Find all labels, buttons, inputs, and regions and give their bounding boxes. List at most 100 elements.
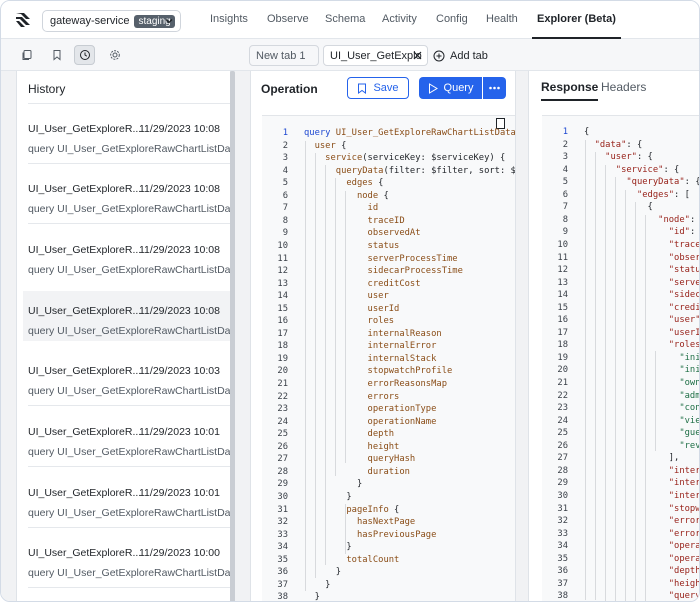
history-item[interactable]: UI_User_GetExploreR... 11/29/2023 10:00 …: [28, 533, 230, 583]
code-text: operationType: [304, 404, 437, 414]
indent-guide: [305, 141, 306, 591]
divider: [28, 466, 230, 467]
history-item[interactable]: UI_User_GetExploreR... 11/29/2023 10:01 …: [28, 412, 230, 462]
indent-guide: [615, 177, 616, 601]
code-token: : {: [663, 164, 680, 175]
explorer-panels: History UI_User_GetExploreR... 11/29/202…: [1, 71, 700, 601]
line-number: 28: [277, 466, 288, 477]
nav-tab-schema[interactable]: Schema: [325, 1, 365, 39]
line-number: 34: [557, 541, 568, 552]
code-text: "queryH: [584, 591, 699, 601]
code-token: userId: [304, 303, 400, 314]
tab-response[interactable]: Response: [541, 80, 599, 101]
line-number: 22: [557, 390, 568, 401]
code-token: "intern: [584, 465, 700, 476]
bookmark-icon: [358, 83, 367, 94]
code-token: errors: [304, 391, 400, 402]
nav-tab-health[interactable]: Health: [486, 1, 518, 39]
code-token: depth: [304, 429, 395, 440]
line-number: 29: [277, 479, 288, 490]
line-number: 26: [277, 441, 288, 452]
bookmarks-button[interactable]: [46, 45, 67, 65]
app-logo-icon[interactable]: [14, 11, 32, 29]
run-query-button[interactable]: Query: [419, 77, 482, 99]
code-text: user {: [304, 140, 347, 151]
line-number: 1: [562, 127, 568, 137]
line-number: 12: [557, 265, 568, 276]
nav-tab-observe[interactable]: Observe: [267, 1, 309, 39]
history-item-selected[interactable]: UI_User_GetExploreR... 11/29/2023 10:08 …: [23, 291, 230, 341]
service-name: gateway-service: [50, 15, 130, 27]
code-text: "height: [584, 578, 700, 589]
history-item[interactable]: UI_User_GetExploreR... 11/29/2023 10:01 …: [28, 473, 230, 523]
history-item[interactable]: UI_User_GetExploreR... 11/29/2023 10:08 …: [28, 169, 231, 219]
code-token: "sideca: [584, 290, 700, 301]
line-number: 5: [282, 178, 288, 189]
add-tab-button[interactable]: Add tab: [433, 47, 488, 65]
response-viewer[interactable]: 1{2 "data": {3 "user": {4 "service": {5 …: [542, 115, 700, 601]
divider: [28, 405, 230, 406]
copy-button[interactable]: [16, 45, 37, 65]
history-item[interactable]: UI_User_GetExploreR... 11/29/2023 10:08 …: [28, 109, 230, 159]
code-token: "errorR: [584, 516, 700, 527]
indent-guide: [625, 190, 626, 601]
code-text: "server: [584, 278, 699, 288]
nav-tab-activity[interactable]: Activity: [382, 1, 417, 39]
plus-circle-icon: [433, 50, 445, 62]
code-token: hasPreviousPage: [304, 529, 437, 540]
service-selector[interactable]: gateway-service staging: [42, 10, 181, 32]
history-item-name: UI_User_GetExploreR...: [28, 123, 142, 135]
code-token: }: [304, 491, 352, 502]
top-navigation: gateway-service staging Insights Observe…: [1, 1, 699, 39]
history-item-name: UI_User_GetExploreR...: [28, 487, 142, 499]
code-text: traceID: [304, 216, 405, 226]
code-text: internalStack: [304, 354, 437, 364]
line-number: 11: [557, 252, 568, 263]
code-text: service(serviceKey: $serviceKey) {: [304, 153, 505, 163]
line-number: 13: [557, 277, 568, 288]
code-token: user: [304, 291, 389, 302]
save-button[interactable]: Save: [347, 77, 409, 99]
settings-button[interactable]: [104, 45, 125, 65]
nav-tab-config[interactable]: Config: [436, 1, 468, 39]
history-item-date: 11/29/2023 10:08: [139, 123, 220, 135]
code-token: serverProcessTime: [304, 253, 458, 264]
tab-headers[interactable]: Headers: [601, 80, 646, 94]
line-number: 22: [277, 391, 288, 402]
editor-tab-active[interactable]: UI_User_GetExplo: [323, 45, 428, 66]
line-number: 14: [557, 290, 568, 301]
history-item[interactable]: UI_User_GetExploreR... 11/29/2023 10:03 …: [28, 351, 230, 401]
history-item-query: query UI_User_GetExploreRawChartListDa..…: [28, 203, 231, 215]
line-number: 33: [557, 528, 568, 539]
play-icon: [428, 82, 438, 94]
code-text: }: [304, 580, 330, 590]
code-text: creditCost: [304, 279, 421, 289]
history-title: History: [28, 82, 66, 96]
line-number: 16: [557, 315, 568, 326]
line-number: 30: [557, 490, 568, 501]
close-icon[interactable]: [413, 51, 422, 60]
query-label: Query: [443, 82, 474, 94]
editor-tab-new-tab-1[interactable]: New tab 1: [249, 45, 319, 66]
code-token: ],: [584, 453, 680, 464]
code-token: {: [341, 140, 347, 151]
explorer-toolbar: New tab 1 UI_User_GetExplo Add tab: [1, 39, 699, 71]
line-number: 29: [557, 478, 568, 489]
nav-tab-explorer[interactable]: Explorer (Beta): [532, 1, 621, 39]
history-item-date: 11/29/2023 10:00: [139, 547, 220, 559]
history-button[interactable]: [74, 45, 95, 65]
history-item[interactable]: UI_User_GetExploreR... 11/29/2023 10:08 …: [28, 230, 230, 280]
history-scrollbar[interactable]: [230, 71, 235, 601]
nav-tab-insights[interactable]: Insights: [210, 1, 248, 39]
code-token: "height: [584, 578, 700, 589]
code-text: hasPreviousPage: [304, 530, 436, 540]
code-text: "stopwa: [584, 504, 699, 514]
code-text: "edges": [: [584, 190, 690, 200]
line-number: 20: [557, 365, 568, 376]
line-number: 19: [557, 352, 568, 363]
indent-guide: [645, 215, 646, 601]
code-token: "view: [584, 415, 700, 426]
more-options-button[interactable]: [483, 77, 506, 99]
operation-code-editor[interactable]: 1 query UI_User_GetExploreRawChartListDat…: [262, 115, 515, 601]
code-text: duration: [304, 467, 410, 477]
